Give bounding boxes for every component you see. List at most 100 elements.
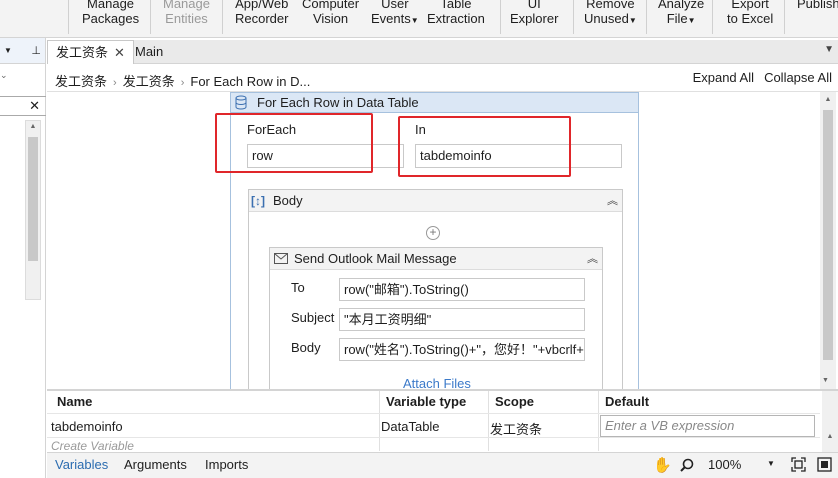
subject-field[interactable]: "本月工资明细": [339, 308, 585, 331]
add-activity-icon[interactable]: +: [426, 226, 440, 240]
variable-name-cell[interactable]: tabdemoinfo: [51, 419, 123, 434]
ribbon-label: Explorer: [510, 11, 559, 26]
mail-icon: [274, 253, 288, 264]
ribbon-label: App/Web: [235, 0, 289, 11]
collapse-chevron-icon[interactable]: ︽: [587, 248, 598, 270]
ui-explorer-button[interactable]: UI Explorer: [510, 0, 558, 26]
remove-unused-button[interactable]: Remove Unused▼: [584, 0, 637, 28]
publish-button[interactable]: Publish: [797, 0, 838, 11]
body-label: Body: [291, 340, 321, 355]
ribbon-label: Unused: [584, 11, 629, 26]
foreach-activity[interactable]: For Each Row in Data Table ForEach row I…: [215, 92, 639, 389]
chevron-down-icon[interactable]: ▼: [767, 459, 775, 468]
scroll-up-icon[interactable]: ▲: [822, 431, 838, 443]
chevron-down-icon: ▼: [687, 16, 696, 25]
hand-pan-icon[interactable]: ✋: [653, 456, 672, 474]
export-to-excel-button[interactable]: Export to Excel: [727, 0, 773, 26]
scroll-thumb[interactable]: [823, 110, 833, 360]
ribbon: Manage Packages Manage Entities App/Web …: [0, 0, 838, 38]
dropdown-icon[interactable]: ▼: [4, 46, 12, 55]
scroll-up-icon[interactable]: ▲: [820, 94, 836, 106]
ribbon-label: Analyze: [658, 0, 705, 11]
manage-entities-button[interactable]: Manage Entities: [163, 0, 210, 26]
send-outlook-mail-activity[interactable]: Send Outlook Mail Message ︽ To row("邮箱")…: [269, 247, 603, 389]
ribbon-label: File: [666, 11, 688, 26]
search-zoom-icon[interactable]: [680, 458, 694, 472]
mail-activity-header[interactable]: Send Outlook Mail Message ︽: [270, 248, 602, 270]
ribbon-label: Vision: [312, 11, 349, 26]
breadcrumb-item[interactable]: For Each Row in D...: [190, 74, 310, 89]
pin-icon[interactable]: ⊥: [31, 44, 41, 57]
create-variable-link[interactable]: Create Variable: [51, 439, 134, 453]
activity-title: For Each Row in Data Table: [257, 95, 419, 110]
ribbon-separator: [68, 0, 69, 34]
breadcrumb-item[interactable]: 发工资条: [123, 74, 175, 89]
ribbon-separator: [222, 0, 223, 34]
tab-overflow-icon[interactable]: ▼: [824, 44, 834, 55]
zoom-level[interactable]: 100%: [708, 457, 741, 472]
imports-tab[interactable]: Imports: [205, 457, 248, 472]
left-panel-search[interactable]: ✕: [0, 96, 46, 116]
ribbon-separator: [500, 0, 501, 34]
tab-main[interactable]: Main: [127, 40, 171, 64]
body-field[interactable]: row("姓名").ToString()+"，您好！"+vbcrlf+: [339, 338, 585, 361]
collapse-chevron-icon[interactable]: ︽: [607, 190, 618, 212]
body-container[interactable]: [↕] Body ︽ + Send Outlook Mail Message ︽…: [248, 189, 623, 389]
variables-tab[interactable]: Variables: [55, 457, 108, 472]
canvas-scrollbar[interactable]: ▲ ▼: [820, 92, 836, 389]
chevron-right-icon: ›: [180, 77, 185, 89]
scroll-thumb[interactable]: [28, 137, 38, 261]
left-panel-scrollbar[interactable]: ▲: [25, 120, 41, 300]
scroll-down-icon[interactable]: ▼: [822, 375, 829, 387]
fit-to-screen-icon[interactable]: [791, 457, 806, 472]
ribbon-label: Remove: [586, 0, 635, 11]
default-value-input[interactable]: Enter a VB expression: [600, 415, 815, 437]
ribbon-separator: [784, 0, 785, 34]
column-header-default[interactable]: Default: [605, 394, 649, 409]
manage-packages-button[interactable]: Manage Packages: [82, 0, 139, 26]
scroll-up-icon[interactable]: ▲: [26, 121, 40, 133]
ribbon-label: Computer: [302, 0, 360, 11]
variable-scope-cell[interactable]: 发工资条: [490, 419, 542, 438]
tab-salary[interactable]: 发工资条 ✕: [47, 40, 134, 64]
highlight-box: [215, 113, 373, 173]
close-icon[interactable]: ✕: [29, 98, 40, 114]
ribbon-label: Manage: [163, 0, 210, 11]
column-header-type[interactable]: Variable type: [386, 394, 466, 409]
chevron-down-icon: ▼: [628, 16, 637, 25]
bottom-bar: Variables Arguments Imports ✋ 100% ▼: [47, 452, 838, 478]
ribbon-label: Table: [440, 0, 472, 11]
column-header-name[interactable]: Name: [57, 394, 92, 409]
variables-scrollbar[interactable]: ▲: [822, 391, 838, 454]
ribbon-separator: [150, 0, 151, 34]
to-field[interactable]: row("邮箱").ToString(): [339, 278, 585, 301]
foreach-activity-header[interactable]: For Each Row in Data Table: [231, 93, 638, 113]
computer-vision-button[interactable]: Computer Vision: [302, 0, 359, 26]
panel-arrow-icon: ⌄: [0, 70, 8, 80]
collapse-all-button[interactable]: Collapse All: [764, 70, 832, 85]
overview-icon[interactable]: [817, 457, 832, 472]
body-title: Body: [273, 193, 303, 208]
left-panel-header: ▼ ⊥: [0, 38, 45, 64]
database-icon: [235, 95, 247, 110]
close-icon[interactable]: ✕: [114, 45, 125, 60]
variable-type-cell[interactable]: DataTable: [381, 419, 440, 434]
ribbon-label: User: [381, 0, 409, 11]
column-divider: [598, 391, 599, 451]
user-events-button[interactable]: User Events▼: [371, 0, 419, 28]
ribbon-label: Publish: [797, 0, 838, 11]
app-web-recorder-button[interactable]: App/Web Recorder: [235, 0, 288, 26]
arguments-tab[interactable]: Arguments: [124, 457, 187, 472]
ribbon-separator: [646, 0, 647, 34]
designer-canvas: For Each Row in Data Table ForEach row I…: [47, 92, 820, 389]
expand-all-button[interactable]: Expand All: [693, 70, 754, 85]
ribbon-label: Packages: [82, 11, 140, 26]
breadcrumb-item[interactable]: 发工资条: [55, 74, 107, 89]
sequence-icon: [↕]: [251, 194, 265, 208]
analyze-file-button[interactable]: Analyze File▼: [658, 0, 704, 28]
chevron-down-icon: ▼: [410, 16, 419, 25]
column-header-scope[interactable]: Scope: [495, 394, 534, 409]
attach-files-link[interactable]: Attach Files: [403, 376, 471, 389]
table-extraction-button[interactable]: Table Extraction: [427, 0, 485, 26]
body-header[interactable]: [↕] Body ︽: [249, 190, 622, 212]
